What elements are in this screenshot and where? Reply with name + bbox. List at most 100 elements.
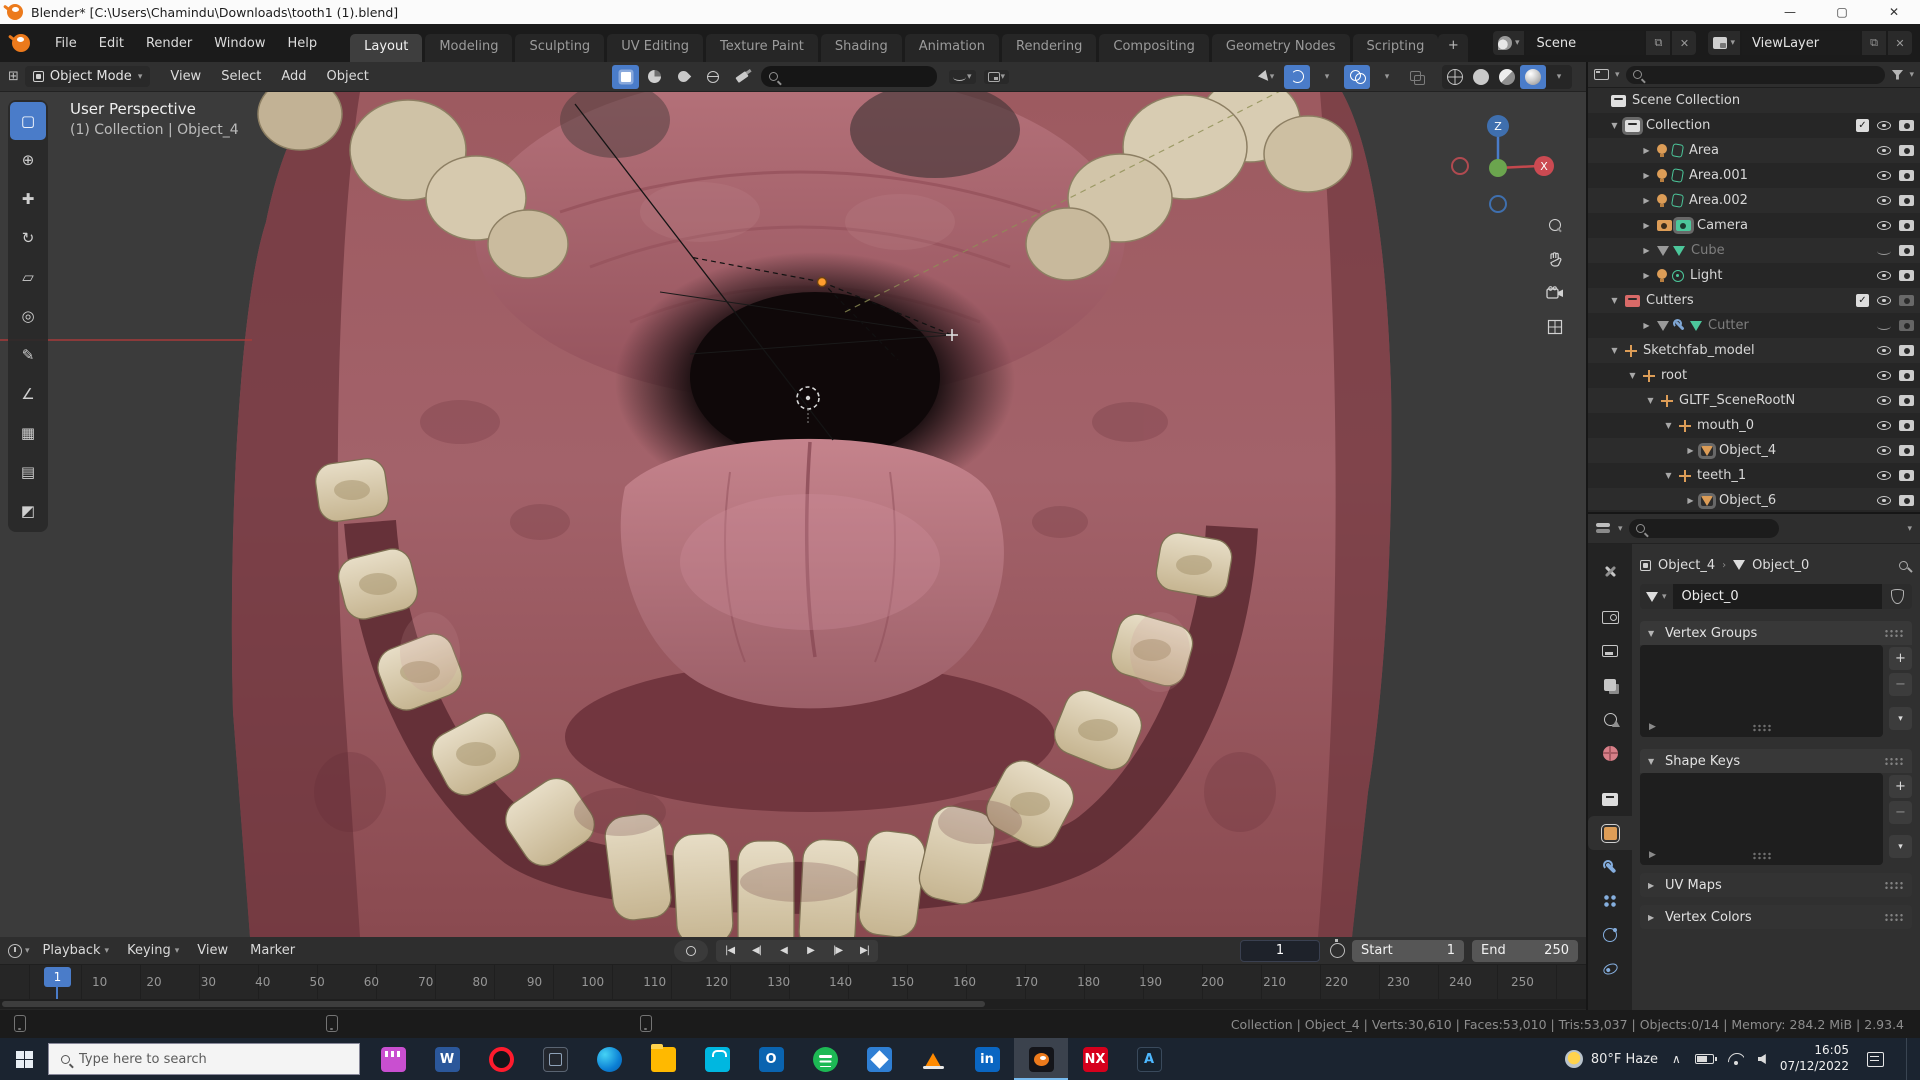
hide-viewport-eye-icon[interactable] [1877, 171, 1891, 180]
outliner-row[interactable]: ▼ Cutters [1588, 288, 1920, 313]
taskbar-search-input[interactable]: Type here to search [48, 1043, 360, 1075]
tool-button[interactable]: ✎ [10, 336, 46, 374]
properties-tab[interactable] [1588, 554, 1632, 588]
hide-viewport-eye-icon[interactable] [1877, 221, 1891, 230]
properties-search-input[interactable] [1628, 519, 1779, 538]
expand-arrow-icon[interactable]: ▼ [1608, 121, 1621, 130]
hide-viewport-eye-icon[interactable] [1877, 247, 1891, 255]
hide-viewport-eye-icon[interactable] [1877, 371, 1891, 380]
viewport-3d[interactable]: ▢ ⊕ ✚ ↻ ▱ ◎ ✎ ∠ ▦ ▤ ◩ User Perspective (1) Collect… [0, 92, 1586, 937]
properties-editor-icon[interactable] [1596, 522, 1612, 535]
camera-view-icon[interactable] [1544, 282, 1566, 304]
outliner-row[interactable]: ▶ Area.001 [1588, 163, 1920, 188]
panel-grip-icon[interactable] [1884, 880, 1904, 890]
disable-render-camera-icon[interactable] [1899, 170, 1914, 181]
navigation-gizmo[interactable]: Z X [1440, 104, 1560, 214]
uv-maps-panel-header[interactable]: ▶ UV Maps [1640, 873, 1912, 897]
outliner-row[interactable]: ▼ Collection [1588, 113, 1920, 138]
properties-tab[interactable] [1588, 600, 1632, 634]
timeline-ruler[interactable]: 10 20 30 40 50 60 70 80 90 100 110 120 130 140 150 160 1… [0, 965, 1586, 999]
tray-expand-icon[interactable]: ∧ [1672, 1052, 1681, 1066]
tool-button[interactable]: ▦ [10, 414, 46, 452]
workspace-tab[interactable]: Rendering [1002, 34, 1097, 62]
properties-tab[interactable] [1588, 918, 1632, 952]
outliner-row[interactable]: ▼ root [1588, 363, 1920, 388]
properties-tab[interactable] [1588, 702, 1632, 736]
hide-viewport-eye-icon[interactable] [1877, 471, 1891, 480]
taskbar-app[interactable]: A [1122, 1038, 1176, 1080]
world-globe-button[interactable] [699, 65, 726, 89]
editor-type-icon[interactable]: ⊞ [8, 69, 19, 84]
outliner-editor-icon[interactable] [1594, 69, 1609, 80]
disable-render-camera-icon[interactable] [1899, 470, 1914, 481]
workspace-tab[interactable]: Modeling [425, 34, 513, 62]
filter-icon[interactable] [1891, 69, 1904, 80]
disable-render-camera-icon[interactable] [1899, 320, 1914, 331]
add-vertex-group-button[interactable]: + [1889, 647, 1912, 670]
toggle-ortho-icon[interactable] [1544, 316, 1566, 338]
properties-tab[interactable] [1588, 736, 1632, 770]
tool-button[interactable]: ▱ [10, 258, 46, 296]
outliner-row[interactable]: ▶ Area [1588, 138, 1920, 163]
proportional-falloff-dropdown[interactable]: ▾ [949, 69, 976, 84]
outliner-row[interactable]: ▼ teeth_1 [1588, 463, 1920, 488]
tool-button[interactable]: ▢ [10, 102, 46, 140]
transport-button[interactable]: ◀| [743, 940, 770, 962]
pin-icon[interactable] [1899, 560, 1908, 570]
remove-shape-key-button[interactable]: − [1889, 801, 1912, 824]
shading-rendered-button[interactable] [1520, 64, 1546, 89]
properties-tab[interactable] [1588, 850, 1632, 884]
properties-tab[interactable] [1588, 668, 1632, 702]
disable-render-camera-icon[interactable] [1899, 370, 1914, 381]
expand-arrow-icon[interactable]: ▼ [1644, 396, 1657, 405]
start-button[interactable] [0, 1038, 48, 1080]
disable-render-camera-icon[interactable] [1899, 295, 1914, 306]
shading-wireframe-button[interactable] [1442, 65, 1468, 89]
disable-render-camera-icon[interactable] [1899, 145, 1914, 156]
xray-toggle[interactable] [1404, 65, 1430, 89]
list-expand-icon[interactable]: ▶ [1649, 850, 1656, 860]
hide-viewport-eye-icon[interactable] [1877, 346, 1891, 355]
timeline-editor-icon[interactable] [8, 943, 22, 958]
expand-arrow-icon[interactable]: ▼ [1662, 421, 1675, 430]
expand-arrow-icon[interactable]: ▶ [1684, 496, 1697, 505]
viewport-menu-item[interactable]: Object [316, 66, 378, 87]
taskbar-clock[interactable]: 16:05 07/12/2022 [1780, 1043, 1849, 1074]
battery-icon[interactable] [1694, 1054, 1717, 1064]
viewlayer-browse-button[interactable]: ▾ [1708, 31, 1740, 55]
outliner-row[interactable]: ▶ Cube [1588, 238, 1920, 263]
selectability-dropdown[interactable]: ▾ [1254, 65, 1280, 89]
disable-render-camera-icon[interactable] [1899, 120, 1914, 131]
list-resize-grip[interactable] [1751, 724, 1772, 732]
blender-menu-logo-icon[interactable] [12, 34, 30, 52]
mesh-browse-button[interactable]: ▾ [1640, 584, 1673, 609]
shading-solid-button[interactable] [1468, 65, 1494, 89]
panel-grip-icon[interactable] [1884, 756, 1904, 766]
tool-button[interactable]: ⊕ [10, 141, 46, 179]
hide-viewport-eye-icon[interactable] [1877, 496, 1891, 505]
shading-sphere-button[interactable] [641, 65, 668, 89]
menu-item[interactable]: Render [135, 32, 203, 55]
timeline-menu-item[interactable]: Keying ▾ [118, 940, 188, 961]
overlays-toggle[interactable] [1344, 64, 1370, 89]
taskbar-app[interactable] [690, 1038, 744, 1080]
hide-viewport-eye-icon[interactable] [1877, 421, 1891, 430]
vertex-groups-panel-header[interactable]: ▼ Vertex Groups [1640, 621, 1912, 645]
tool-button[interactable]: ✚ [10, 180, 46, 218]
transport-button[interactable]: |◀ [716, 940, 743, 962]
transport-button[interactable]: ▶ [797, 940, 824, 962]
expand-arrow-icon[interactable]: ▼ [1662, 471, 1675, 480]
fake-user-button[interactable] [1882, 584, 1912, 609]
disable-render-camera-icon[interactable] [1899, 245, 1914, 256]
panel-grip-icon[interactable] [1884, 628, 1904, 638]
outliner-row[interactable]: Scene Collection [1588, 88, 1920, 113]
vertex-group-specials-button[interactable]: ▾ [1889, 707, 1912, 730]
action-center-icon[interactable] [1867, 1051, 1884, 1067]
taskbar-app[interactable] [474, 1038, 528, 1080]
disable-render-camera-icon[interactable] [1899, 420, 1914, 431]
menu-item[interactable]: Window [203, 32, 276, 55]
tool-button[interactable]: ◩ [10, 492, 46, 530]
outliner-row[interactable]: ▼ Sketchfab_model [1588, 338, 1920, 363]
hide-viewport-eye-icon[interactable] [1877, 196, 1891, 205]
disable-render-camera-icon[interactable] [1899, 395, 1914, 406]
